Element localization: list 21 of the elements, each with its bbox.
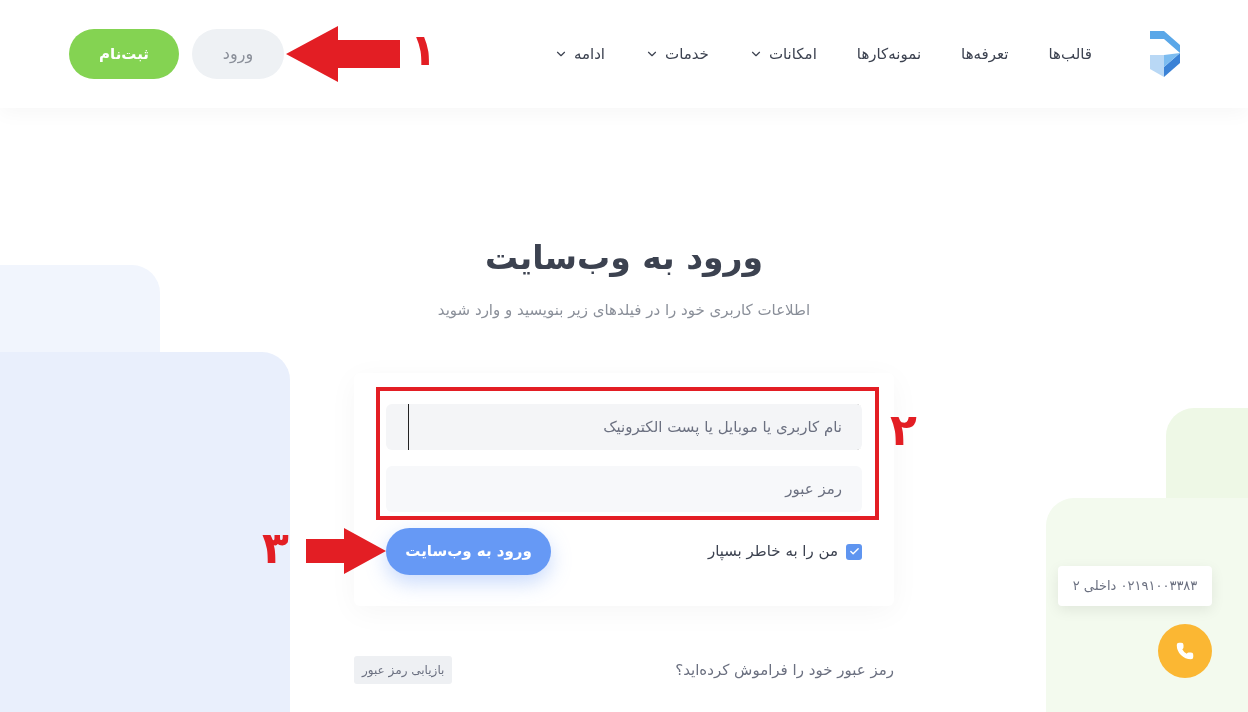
phone-icon bbox=[1176, 642, 1194, 660]
remember-label: من را به خاطر بسپار bbox=[707, 541, 838, 563]
annotation-number: ۲ bbox=[890, 408, 917, 452]
nav-link[interactable]: امکانات bbox=[748, 42, 817, 66]
recover-password-link[interactable]: بازیابی رمز عبور bbox=[354, 656, 453, 684]
check-icon bbox=[848, 546, 860, 557]
nav-link[interactable]: نمونه‌کارها bbox=[856, 42, 922, 66]
phone-tooltip: ۰۲۱۹۱۰۰۳۳۸۳ داخلی ۲ bbox=[1058, 566, 1212, 606]
username-field[interactable]: نام کاربری یا موبایل یا پست الکترونیک bbox=[386, 404, 862, 450]
page-subtitle: اطلاعات کاربری خود را در فیلدهای زیر بنویسید و وارد شوید bbox=[437, 299, 811, 321]
remember-checkbox[interactable] bbox=[846, 543, 862, 560]
logo-icon[interactable] bbox=[1150, 31, 1180, 77]
nav-link[interactable]: تعرفه‌ها bbox=[961, 42, 1009, 66]
forgot-password-text: رمز عبور خود را فراموش کرده‌اید؟ bbox=[675, 659, 894, 681]
annotation-number: ۱ bbox=[410, 28, 437, 72]
nav-link[interactable]: خدمات bbox=[645, 42, 709, 66]
nav-link[interactable]: ادامه bbox=[553, 42, 605, 66]
annotation-number: ۳ bbox=[262, 526, 289, 570]
page-title: ورود به وب‌سایت bbox=[484, 237, 764, 279]
nav-link[interactable]: قالب‌ها bbox=[1048, 42, 1092, 66]
password-field[interactable]: رمز عبور bbox=[386, 466, 862, 512]
